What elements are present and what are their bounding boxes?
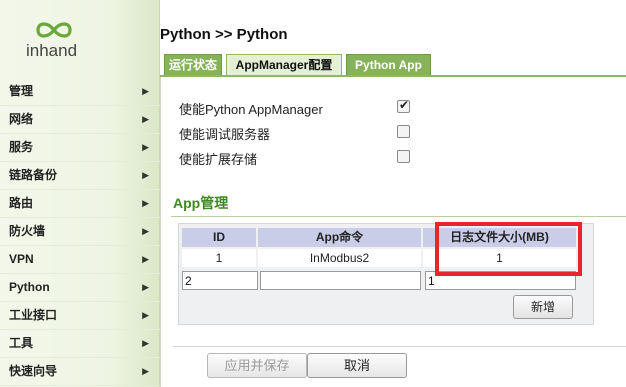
sidebar-item-label: 服务 <box>9 140 34 154</box>
chevron-right-icon: ▶ <box>142 226 149 236</box>
sidebar-item-routing[interactable]: 路由 ▶ <box>0 190 160 218</box>
column-header-app-command: App命令 <box>258 228 421 247</box>
apply-save-button[interactable]: 应用并保存 <box>207 353 307 378</box>
chevron-right-icon: ▶ <box>142 198 149 208</box>
chevron-right-icon: ▶ <box>142 170 149 180</box>
sidebar-item-label: 网络 <box>9 112 34 126</box>
sidebar-item-label: Python <box>9 280 50 294</box>
sidebar-item-tools[interactable]: 工具 ▶ <box>0 330 160 358</box>
chevron-right-icon: ▶ <box>142 282 149 292</box>
chevron-right-icon: ▶ <box>142 114 149 124</box>
sidebar-item-industrial-interface[interactable]: 工业接口 ▶ <box>0 302 160 330</box>
sidebar-item-label: 防火墙 <box>9 224 46 238</box>
tab-running-status[interactable]: 运行状态 <box>164 54 222 75</box>
column-header-id: ID <box>182 228 256 247</box>
highlight-annotation-box <box>435 222 582 276</box>
sidebar-item-vpn[interactable]: VPN ▶ <box>0 246 160 274</box>
sidebar-item-label: VPN <box>9 252 34 266</box>
sidebar-item-label: 路由 <box>9 196 34 210</box>
sidebar-item-label: 管理 <box>9 84 34 98</box>
table-cell-id: 1 <box>182 249 256 267</box>
enable-debug-server-label: 使能调试服务器 <box>179 127 271 142</box>
new-id-input[interactable] <box>182 271 258 290</box>
sidebar: inhand 管理 ▶ 网络 ▶ 服务 ▶ 链路备份 ▶ 路由 ▶ 防火墙 ▶ VPN ▶ P… <box>0 0 160 387</box>
tab-appmanager-config[interactable]: AppManager配置 <box>226 54 342 76</box>
brand-logo: inhand <box>26 20 86 60</box>
cancel-button[interactable]: 取消 <box>307 353 407 378</box>
sidebar-item-firewall[interactable]: 防火墙 ▶ <box>0 218 160 246</box>
sidebar-item-services[interactable]: 服务 ▶ <box>0 134 160 162</box>
sidebar-nav: 管理 ▶ 网络 ▶ 服务 ▶ 链路备份 ▶ 路由 ▶ 防火墙 ▶ VPN ▶ Python ▶ … <box>0 78 160 386</box>
sidebar-item-management[interactable]: 管理 ▶ <box>0 78 160 106</box>
section-divider <box>171 216 626 217</box>
chevron-right-icon: ▶ <box>142 254 149 264</box>
page-title: Python >> Python <box>160 26 288 43</box>
enable-appmanager-checkbox[interactable] <box>397 98 410 113</box>
chevron-right-icon: ▶ <box>142 338 149 348</box>
sidebar-item-network[interactable]: 网络 ▶ <box>0 106 160 134</box>
tab-python-app[interactable]: Python App <box>346 54 431 75</box>
sidebar-item-label: 快速向导 <box>9 364 58 378</box>
enable-extended-storage-label: 使能扩展存储 <box>179 152 258 167</box>
enable-appmanager-label: 使能Python AppManager <box>179 102 323 117</box>
chevron-right-icon: ▶ <box>142 310 149 320</box>
brand-name: inhand <box>26 41 78 60</box>
sidebar-item-label: 工业接口 <box>9 308 58 322</box>
actions-divider <box>173 346 626 347</box>
infinity-logo-icon <box>36 22 72 38</box>
enable-debug-server-checkbox[interactable] <box>397 125 410 138</box>
new-command-input[interactable] <box>260 271 421 290</box>
sidebar-item-link-backup[interactable]: 链路备份 ▶ <box>0 162 160 190</box>
sidebar-item-quick-wizard[interactable]: 快速向导 ▶ <box>0 358 160 386</box>
add-app-button[interactable]: 新增 <box>513 295 573 319</box>
chevron-right-icon: ▶ <box>142 86 149 96</box>
enable-extended-storage-checkbox[interactable] <box>397 150 410 163</box>
chevron-right-icon: ▶ <box>142 142 149 152</box>
app-management-title: App管理 <box>173 195 229 211</box>
sidebar-item-python[interactable]: Python ▶ <box>0 274 160 302</box>
chevron-right-icon: ▶ <box>142 366 149 376</box>
router-config-page: inhand 管理 ▶ 网络 ▶ 服务 ▶ 链路备份 ▶ 路由 ▶ 防火墙 ▶ VPN ▶ P… <box>0 0 626 387</box>
sidebar-item-label: 链路备份 <box>9 168 58 182</box>
sidebar-item-label: 工具 <box>9 336 34 350</box>
table-cell-command: InModbus2 <box>258 249 421 267</box>
